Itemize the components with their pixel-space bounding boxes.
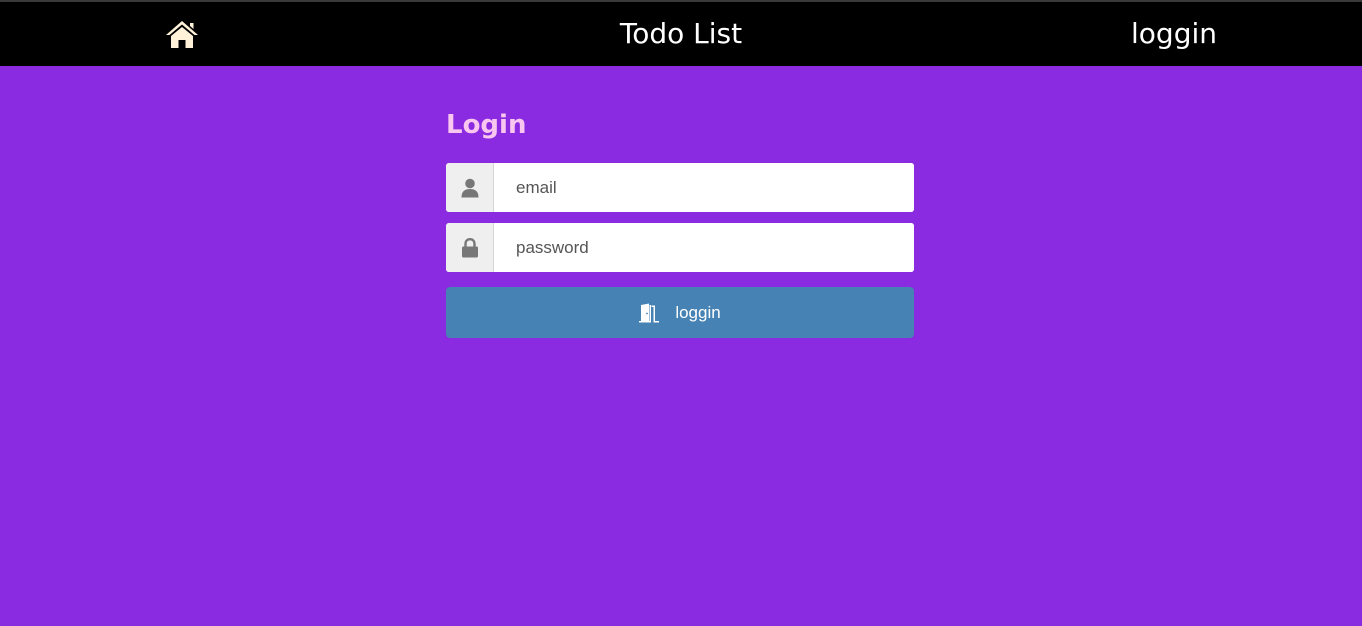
nav-login-link[interactable]: loggin [1131, 18, 1217, 50]
top-navbar: Todo List loggin [0, 0, 1362, 66]
password-input[interactable] [494, 223, 914, 272]
user-icon [446, 163, 494, 212]
login-form: Login loggin [446, 108, 914, 338]
door-icon [639, 303, 661, 323]
lock-icon [446, 223, 494, 272]
email-input[interactable] [494, 163, 914, 212]
login-heading: Login [446, 110, 527, 140]
password-input-group [446, 223, 914, 272]
email-input-group [446, 163, 914, 212]
login-button-label: loggin [675, 302, 721, 322]
login-submit-button[interactable]: loggin [446, 287, 914, 338]
